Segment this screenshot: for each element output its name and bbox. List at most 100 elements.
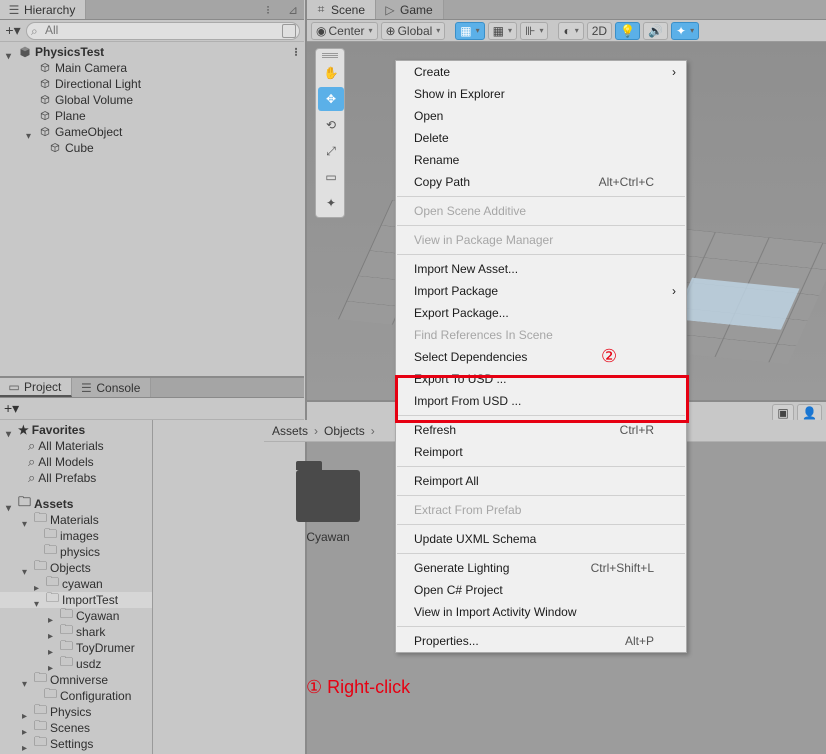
folder-images[interactable]: images (0, 528, 152, 544)
foldout-icon[interactable] (6, 500, 15, 509)
folder-physics2[interactable]: Physics (0, 704, 152, 720)
user-button[interactable]: 👤 (797, 404, 822, 422)
hierarchy-item[interactable]: Directional Light (0, 76, 304, 92)
audio-button[interactable]: 🔊 (643, 22, 668, 40)
move-tool[interactable]: ✥ (318, 87, 344, 111)
shading-button[interactable]: ◐ (558, 22, 583, 40)
foldout-icon[interactable] (22, 724, 31, 733)
foldout-icon[interactable] (22, 708, 31, 717)
folder-item[interactable]: ToyDrumer (0, 640, 152, 656)
menu-item[interactable]: Open C# Project (396, 579, 686, 601)
cube-row[interactable]: Cube (0, 140, 304, 156)
folder-item[interactable]: usdz (0, 656, 152, 672)
tab-game[interactable]: ▷ Game (376, 0, 444, 19)
foldout-icon[interactable] (22, 740, 31, 749)
search-input[interactable] (45, 23, 281, 37)
folder-physics[interactable]: physics (0, 544, 152, 560)
tab-console[interactable]: ☰ Console (72, 378, 151, 397)
foldout-icon[interactable] (26, 128, 35, 137)
hand-tool[interactable]: ✋ (318, 61, 344, 85)
foldout-icon[interactable] (6, 48, 15, 57)
chevron-right-icon (369, 424, 377, 438)
search-filter-icon[interactable] (282, 24, 296, 38)
foldout-icon[interactable] (48, 628, 57, 637)
grid-snap-button[interactable]: ▦ (455, 22, 484, 40)
folder-configuration[interactable]: Configuration (0, 688, 152, 704)
mode-2d-button[interactable]: 2D (587, 22, 612, 40)
menu-item[interactable]: Open (396, 105, 686, 127)
menu-item[interactable]: Reimport All (396, 470, 686, 492)
folder-item[interactable]: shark (0, 624, 152, 640)
assets-root[interactable]: Assets (0, 496, 152, 512)
create-plus-icon[interactable]: +▾ (4, 400, 19, 417)
menu-item[interactable]: Reimport (396, 441, 686, 463)
menu-item[interactable]: View in Import Activity Window (396, 601, 686, 623)
foldout-icon[interactable] (6, 426, 15, 435)
menu-item[interactable]: Create› (396, 61, 686, 83)
menu-item[interactable]: Properties...Alt+P (396, 630, 686, 652)
favorite-item[interactable]: All Materials (0, 438, 152, 454)
fx-button[interactable]: ✦ (671, 22, 699, 40)
space-button[interactable]: ⊕Global (381, 22, 446, 40)
lock-icon[interactable]: ⊿ (282, 3, 304, 17)
panel-menu-icon[interactable]: ⁝ (266, 3, 276, 17)
filter-button[interactable]: ▣ (772, 404, 794, 422)
light-button[interactable]: 💡 (615, 22, 640, 40)
snap-flag-button[interactable]: ▦ (488, 22, 517, 40)
hierarchy-search[interactable]: ⌕ (26, 22, 300, 40)
menu-item[interactable]: Update UXML Schema (396, 528, 686, 550)
rotate-tool[interactable]: ⟲ (318, 113, 344, 137)
tab-project[interactable]: ▭ Project (0, 378, 72, 397)
foldout-icon[interactable] (22, 516, 31, 525)
favorites-header[interactable]: Favorites (0, 422, 152, 438)
hierarchy-item[interactable]: Main Camera (0, 60, 304, 76)
menu-item[interactable]: Show in Explorer (396, 83, 686, 105)
breadcrumb-item[interactable]: Assets (272, 424, 308, 438)
folder-omniverse[interactable]: Omniverse (0, 672, 152, 688)
scale-tool[interactable]: ⤢ (318, 139, 344, 163)
menu-label: Reimport (414, 445, 463, 459)
tab-scene[interactable]: ⌗ Scene (307, 0, 376, 19)
gameobject-row[interactable]: GameObject (0, 124, 304, 140)
folder-importtest[interactable]: ImportTest (0, 592, 152, 608)
tab-hierarchy[interactable]: ☰ Hierarchy (0, 0, 86, 19)
rect-tool[interactable]: ▭ (318, 165, 344, 189)
foldout-icon[interactable] (22, 564, 31, 573)
increment-button[interactable]: ⊪ (520, 22, 548, 40)
create-plus-icon[interactable]: +▾ (4, 22, 22, 39)
menu-item[interactable]: Import Package› (396, 280, 686, 302)
pivot-button[interactable]: ◉Center (311, 22, 378, 40)
menu-item: Find References In Scene (396, 324, 686, 346)
menu-item[interactable]: Copy PathAlt+Ctrl+C (396, 171, 686, 193)
folder-item[interactable]: Cyawan (0, 608, 152, 624)
menu-item[interactable]: Generate LightingCtrl+Shift+L (396, 557, 686, 579)
tool-grip[interactable] (318, 51, 342, 59)
folder-cyawan[interactable]: cyawan (0, 576, 152, 592)
asset-folder-cyawan[interactable]: Cyawan (286, 470, 370, 544)
menu-item[interactable]: Delete (396, 127, 686, 149)
scene-menu-icon[interactable]: ⁝ (294, 45, 298, 59)
menu-item[interactable]: Rename (396, 149, 686, 171)
menu-item[interactable]: Export Package... (396, 302, 686, 324)
foldout-icon[interactable] (48, 660, 57, 669)
transform-tool[interactable]: ✦ (318, 191, 344, 215)
foldout-icon[interactable] (48, 612, 57, 621)
favorite-item[interactable]: All Models (0, 454, 152, 470)
menu-item[interactable]: Import From USD ... (396, 390, 686, 412)
foldout-icon[interactable] (34, 596, 43, 605)
favorite-item[interactable]: All Prefabs (0, 470, 152, 486)
scene-root[interactable]: PhysicsTest ⁝ (0, 44, 304, 60)
menu-item[interactable]: Import New Asset... (396, 258, 686, 280)
foldout-icon[interactable] (34, 580, 43, 589)
menu-item[interactable]: RefreshCtrl+R (396, 419, 686, 441)
breadcrumb-item[interactable]: Objects (324, 424, 365, 438)
foldout-icon[interactable] (22, 676, 31, 685)
folder-scenes[interactable]: Scenes (0, 720, 152, 736)
foldout-icon[interactable] (48, 644, 57, 653)
menu-item[interactable]: Select Dependencies (396, 346, 686, 368)
folder-objects[interactable]: Objects (0, 560, 152, 576)
menu-item[interactable]: Export To USD ... (396, 368, 686, 390)
hierarchy-item[interactable]: Plane (0, 108, 304, 124)
hierarchy-item[interactable]: Global Volume (0, 92, 304, 108)
folder-settings[interactable]: Settings (0, 736, 152, 752)
